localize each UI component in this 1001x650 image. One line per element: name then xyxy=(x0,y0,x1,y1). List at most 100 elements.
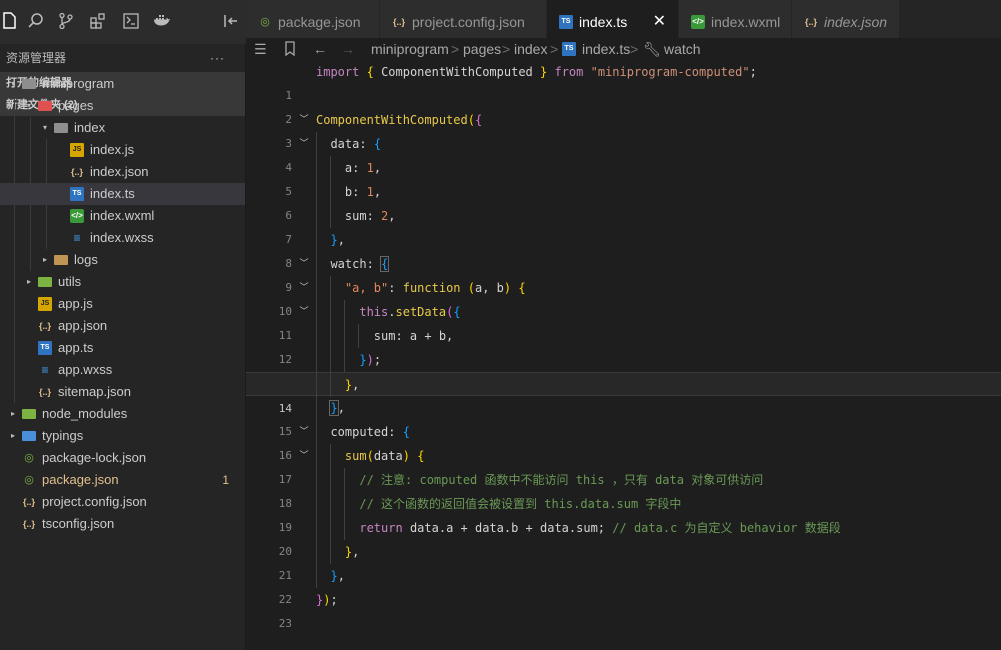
folder-icon xyxy=(54,255,68,265)
code-text: // 注意: computed 函数中不能访问 this ，只有 data 对象… xyxy=(359,473,764,487)
docker-icon[interactable] xyxy=(153,12,173,32)
tree-item-project-config-json[interactable]: {..} project.config.json xyxy=(0,491,245,513)
code-text: }, xyxy=(330,233,345,247)
breadcrumb-item-symbol[interactable]: watch xyxy=(664,38,701,60)
tree-item-utils[interactable]: ▸ utils xyxy=(0,271,245,293)
tree-indent-guide xyxy=(30,183,31,205)
chevron-right-icon[interactable]: ▸ xyxy=(8,425,18,447)
explorer-header: 资源管理器 ··· xyxy=(0,44,245,72)
tree-item-label: sitemap.json xyxy=(58,384,131,399)
breadcrumb-separator: > xyxy=(550,41,559,57)
activity-bar xyxy=(0,0,246,44)
code-text: this.setData({ xyxy=(359,305,461,319)
code-editor[interactable]: 1 import { ComponentWithComputed } from … xyxy=(246,60,1001,650)
forward-arrow-icon[interactable]: → xyxy=(341,38,355,60)
typescript-file-icon: TS xyxy=(70,187,84,201)
tree-item-sitemap-json[interactable]: {..} sitemap.json xyxy=(0,381,245,403)
code-line: 23 }); xyxy=(246,588,1001,630)
tree-indent-guide xyxy=(14,205,15,227)
fold-chevron-icon[interactable]: ﹀ xyxy=(298,252,310,276)
tree-item-typings[interactable]: ▸ typings xyxy=(0,425,245,447)
tree-item-label: index.ts xyxy=(90,186,135,201)
fold-chevron-icon[interactable]: ﹀ xyxy=(298,300,310,324)
code-text: import { ComponentWithComputed } from "m… xyxy=(316,65,757,79)
tree-indent-guide xyxy=(14,315,15,337)
tree-indent-guide xyxy=(46,139,47,161)
folder-open-icon xyxy=(22,79,36,89)
chevron-right-icon[interactable]: ▸ xyxy=(8,403,18,425)
fold-chevron-icon[interactable]: ﹀ xyxy=(298,276,310,300)
code-text: }); xyxy=(316,593,338,607)
bookmark-icon[interactable] xyxy=(284,38,296,62)
extensions-icon[interactable] xyxy=(89,12,109,32)
code-line: 21 }, xyxy=(246,540,1001,582)
code-text: watch: { xyxy=(330,256,390,272)
code-text: }, xyxy=(330,569,345,583)
tree-item-app-ts[interactable]: TS app.ts xyxy=(0,337,245,359)
chevron-down-icon[interactable]: ▾ xyxy=(40,117,50,139)
tree-item-tsconfig-json[interactable]: {..} tsconfig.json xyxy=(0,513,245,535)
typescript-file-icon: TS xyxy=(38,341,52,355)
fold-chevron-icon[interactable]: ﹀ xyxy=(298,444,310,468)
tree-item-app-wxss[interactable]: ≡ app.wxss xyxy=(0,359,245,381)
tree-item-index-js[interactable]: JS index.js xyxy=(0,139,245,161)
code-text: sum: a + b, xyxy=(373,329,454,343)
tree-item-logs[interactable]: ▸ logs xyxy=(0,249,245,271)
json-file-icon: {..} xyxy=(38,387,51,397)
tree-item-app-json[interactable]: {..} app.json xyxy=(0,315,245,337)
more-actions-icon[interactable]: ··· xyxy=(210,44,225,72)
code-line: 7 sum: 2, xyxy=(246,204,1001,246)
tree-indent-guide xyxy=(14,161,15,183)
tree-item-label: pages xyxy=(58,98,94,113)
tree-item-index-json[interactable]: {..} index.json xyxy=(0,161,245,183)
code-line: 8 }, xyxy=(246,228,1001,270)
tree-item-label: app.js xyxy=(58,296,93,311)
breadcrumb-item-pages[interactable]: pages xyxy=(463,38,501,60)
tree-indent-guide xyxy=(30,117,31,139)
typescript-file-icon: TS xyxy=(559,15,573,29)
folder-icon xyxy=(22,431,36,441)
explorer-icon[interactable] xyxy=(0,12,20,32)
file-tree: ▾ miniprogram ▾ pages ▾ index JS index.js {..} in… xyxy=(0,73,245,535)
tree-item-index-wxml[interactable]: </> index.wxml xyxy=(0,205,245,227)
tree-item-index[interactable]: ▾ index xyxy=(0,117,245,139)
tree-item-index-ts[interactable]: TS index.ts xyxy=(0,183,245,205)
chevron-down-icon[interactable]: ▾ xyxy=(24,95,34,117)
fold-chevron-icon[interactable]: ﹀ xyxy=(298,420,310,444)
fold-chevron-icon[interactable]: ﹀ xyxy=(298,108,310,132)
source-control-icon[interactable] xyxy=(57,12,77,32)
tree-indent-guide xyxy=(30,139,31,161)
search-icon[interactable] xyxy=(27,12,47,32)
tree-item-package-json[interactable]: ◎ package.json 1 xyxy=(0,469,245,491)
tree-indent-guide xyxy=(14,359,15,381)
breadcrumb-item-file[interactable]: index.ts xyxy=(582,38,630,60)
tree-item-label: app.json xyxy=(58,318,108,333)
remote-window-icon[interactable] xyxy=(122,12,142,32)
chevron-down-icon[interactable]: ▾ xyxy=(8,73,18,95)
json-file-icon: {..} xyxy=(22,497,35,507)
tree-item-pages[interactable]: ▾ pages xyxy=(0,95,245,117)
problem-count-badge: 1 xyxy=(222,473,229,487)
tree-item-miniprogram[interactable]: ▾ miniprogram xyxy=(0,73,245,95)
package-file-icon: ◎ xyxy=(260,16,270,28)
outline-icon[interactable]: ☰ xyxy=(254,38,267,60)
breadcrumb-item-index[interactable]: index xyxy=(514,38,547,60)
chevron-right-icon[interactable]: ▸ xyxy=(40,249,50,271)
collapse-panel-icon[interactable] xyxy=(222,12,242,32)
code-line: 15 }, xyxy=(246,396,1001,438)
tree-item-index-wxss[interactable]: ≡ index.wxss xyxy=(0,227,245,249)
code-line: 4 ﹀ data: { xyxy=(246,132,1001,174)
breadcrumb-item-miniprogram[interactable]: miniprogram xyxy=(371,38,449,60)
json-file-icon: {..} xyxy=(804,17,817,27)
fold-chevron-icon[interactable]: ﹀ xyxy=(298,132,310,156)
json-file-icon: {..} xyxy=(38,321,51,331)
tree-item-package-lock-json[interactable]: ◎ package-lock.json xyxy=(0,447,245,469)
breadcrumb: ☰ ← → miniprogram > pages > index > TS i… xyxy=(246,38,1001,60)
tree-item-node-modules[interactable]: ▸ node_modules xyxy=(0,403,245,425)
code-line: 5 a: 1, xyxy=(246,156,1001,198)
code-line: 9 ﹀ watch: { xyxy=(246,252,1001,294)
chevron-right-icon[interactable]: ▸ xyxy=(24,271,34,293)
back-arrow-icon[interactable]: ← xyxy=(313,38,327,60)
tree-item-label: app.ts xyxy=(58,340,94,355)
tree-item-app-js[interactable]: JS app.js xyxy=(0,293,245,315)
